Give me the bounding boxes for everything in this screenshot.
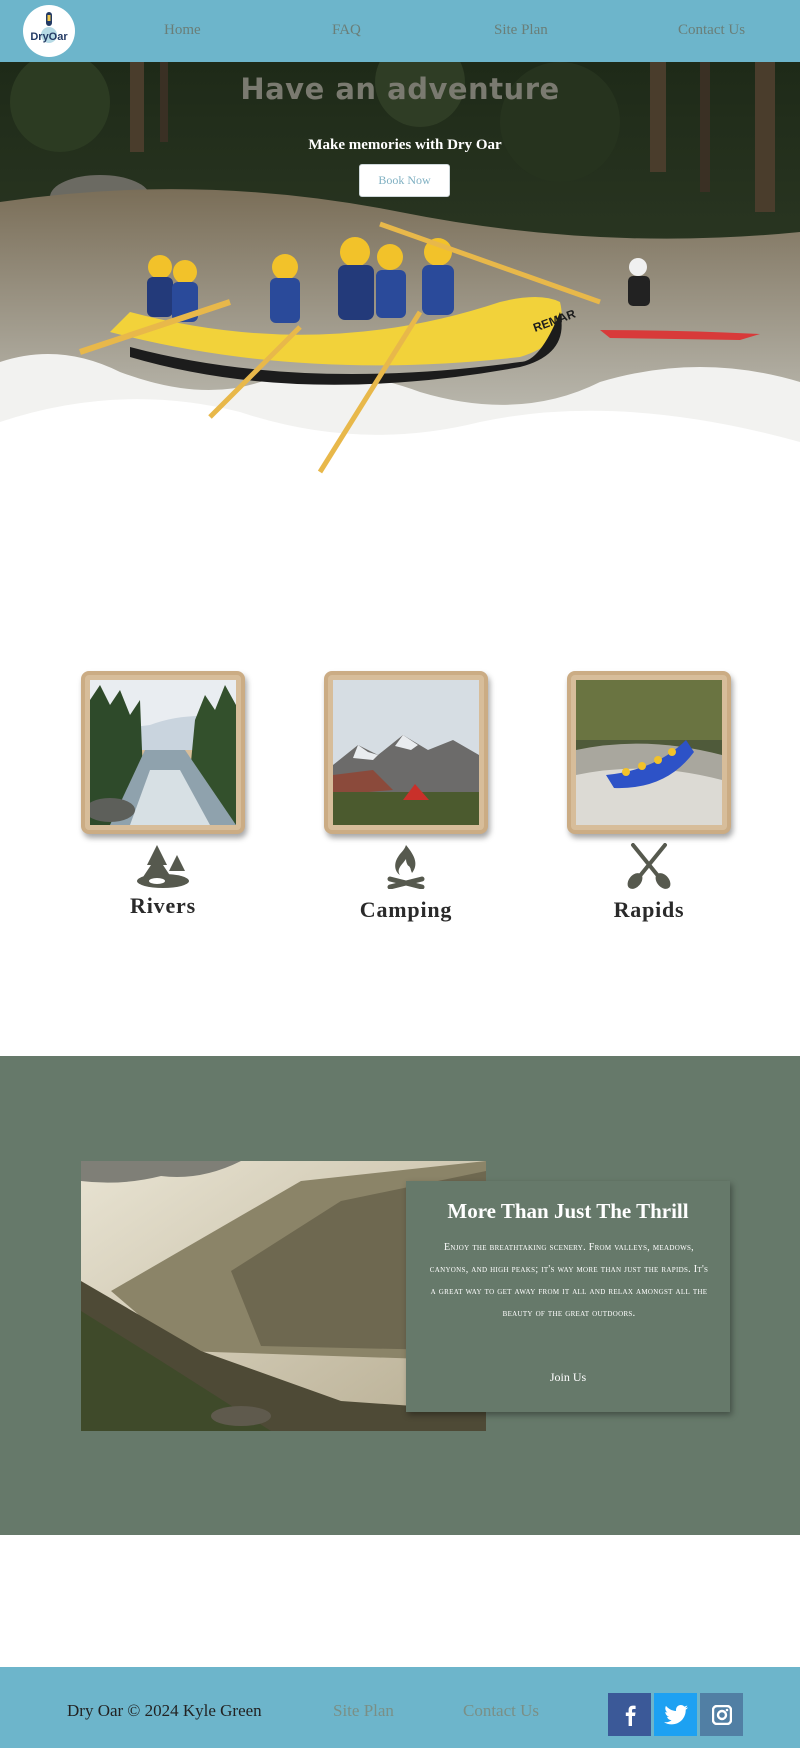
twitter-button[interactable] <box>654 1693 697 1736</box>
nav-home[interactable]: Home <box>164 22 201 39</box>
river-photo <box>90 680 236 825</box>
feature-label-camping: Camping <box>359 897 453 922</box>
oar-logo-icon: DryOar <box>30 12 68 43</box>
feature-label-rivers: Rivers <box>130 893 196 918</box>
pine-trees-icon <box>137 845 189 888</box>
join-us-link[interactable]: Join Us <box>406 1370 730 1385</box>
twitter-icon <box>663 1704 688 1724</box>
nav-site-plan[interactable]: Site Plan <box>494 22 548 39</box>
footer-site-plan-link[interactable]: Site Plan <box>333 1701 394 1721</box>
rapids-photo <box>576 680 722 825</box>
footer-copyright: Dry Oar © 2024 Kyle Green <box>67 1701 262 1720</box>
facebook-icon <box>625 1705 636 1726</box>
hero-title: Have an adventure <box>240 72 560 106</box>
promo-card: More Than Just The Thrill Enjoy the brea… <box>406 1181 730 1412</box>
hero: REMAR Have an adventure Make memories wi… <box>0 62 800 522</box>
feature-label-rapids: Rapids <box>613 897 685 922</box>
campfire-icon <box>387 845 425 889</box>
instagram-icon <box>711 1704 732 1725</box>
book-now-button[interactable]: Book Now <box>359 164 450 197</box>
logo[interactable]: DryOar <box>23 5 75 57</box>
feature-rivers[interactable]: Rivers <box>81 671 245 918</box>
camping-photo-frame <box>324 671 488 834</box>
logo-text: DryOar <box>30 31 68 43</box>
top-nav: DryOar Home FAQ Site Plan Contact Us <box>0 0 800 62</box>
crossed-oars-icon <box>627 843 671 889</box>
rivers-photo-frame <box>81 671 245 834</box>
instagram-button[interactable] <box>700 1693 743 1736</box>
hero-subtitle: Make memories with Dry Oar <box>308 137 502 153</box>
feature-rapids[interactable]: Rapids <box>567 671 731 922</box>
promo-title: More Than Just The Thrill <box>447 1199 689 1223</box>
footer-contact-us-link[interactable]: Contact Us <box>463 1701 539 1721</box>
nav-contact-us[interactable]: Contact Us <box>678 22 745 39</box>
promo-text: Enjoy the breathtaking scenery. From val… <box>429 1242 709 1319</box>
feature-camping[interactable]: Camping <box>324 671 488 922</box>
nav-faq[interactable]: FAQ <box>332 22 361 39</box>
facebook-button[interactable] <box>608 1693 651 1736</box>
rafting-hero-image: REMAR <box>0 62 800 522</box>
camping-photo <box>333 680 479 825</box>
rapids-photo-frame <box>567 671 731 834</box>
